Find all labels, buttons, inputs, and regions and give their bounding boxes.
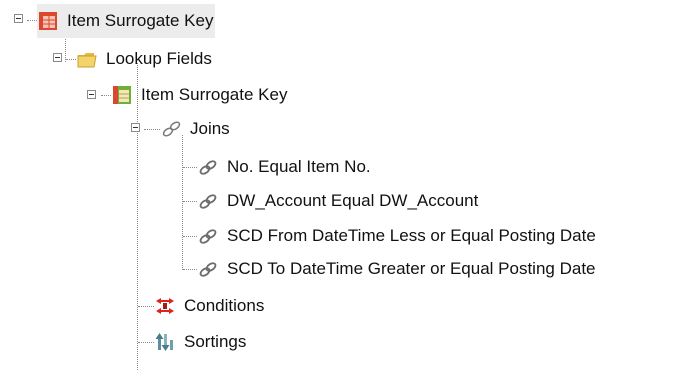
collapse-toggle-item-surrogate-key[interactable]: [14, 14, 23, 23]
tree-node-label: Item Surrogate Key: [67, 11, 214, 30]
tree-node-lookup-fields[interactable]: Lookup Fields: [76, 42, 214, 76]
tree-connector: [183, 201, 197, 202]
tree-connector: [144, 129, 160, 130]
collapse-toggle-joins[interactable]: [131, 123, 140, 132]
tree-node-label: DW_Account Equal DW_Account: [227, 191, 479, 210]
tree-node-label: No. Equal Item No.: [227, 157, 371, 176]
tree-node-label: SCD To DateTime Greater or Equal Posting…: [227, 259, 596, 278]
tree-connector: [138, 306, 154, 307]
tree-node-label: Lookup Fields: [106, 49, 212, 68]
join-link-icon: [199, 262, 217, 277]
tree-connector: [66, 59, 76, 60]
folder-icon: [77, 53, 97, 68]
tree-node-label: Sortings: [184, 332, 247, 351]
tree-connector: [182, 135, 183, 270]
tree-node-label: Joins: [190, 119, 230, 138]
tree-node-join-item[interactable]: SCD To DateTime Greater or Equal Posting…: [197, 252, 598, 286]
joins-icon: [162, 121, 181, 137]
join-link-icon: [199, 194, 217, 209]
join-link-icon: [199, 160, 217, 175]
tree-view: Item Surrogate Key Lookup Fields Item Su…: [0, 0, 700, 370]
table-icon: [113, 86, 131, 104]
table-icon: [39, 12, 57, 30]
tree-node-label: Conditions: [184, 296, 265, 315]
tree-connector: [101, 95, 111, 96]
tree-connector: [183, 236, 197, 237]
tree-node-join-item[interactable]: No. Equal Item No.: [197, 150, 373, 184]
tree-node-item-surrogate-key[interactable]: Item Surrogate Key: [37, 4, 216, 38]
collapse-toggle-lookup-fields[interactable]: [53, 53, 62, 62]
tree-connector: [183, 269, 197, 270]
tree-node-joins[interactable]: Joins: [160, 112, 232, 146]
join-link-icon: [199, 229, 217, 244]
tree-node-join-item[interactable]: DW_Account Equal DW_Account: [197, 184, 480, 218]
tree-node-sortings[interactable]: Sortings: [154, 325, 248, 359]
sortings-icon: [155, 333, 173, 351]
tree-connector: [27, 20, 37, 21]
tree-node-label: Item Surrogate Key: [141, 85, 288, 104]
tree-node-label: SCD From DateTime Less or Equal Posting …: [227, 226, 596, 245]
tree-node-join-item[interactable]: SCD From DateTime Less or Equal Posting …: [197, 219, 598, 253]
tree-node-conditions[interactable]: Conditions: [154, 289, 266, 323]
tree-node-lookup-item-surrogate-key[interactable]: Item Surrogate Key: [111, 78, 289, 112]
conditions-icon: [156, 298, 174, 314]
collapse-toggle-item-surrogate-key-lookup[interactable]: [87, 90, 96, 99]
tree-connector: [138, 342, 154, 343]
tree-connector: [183, 167, 197, 168]
